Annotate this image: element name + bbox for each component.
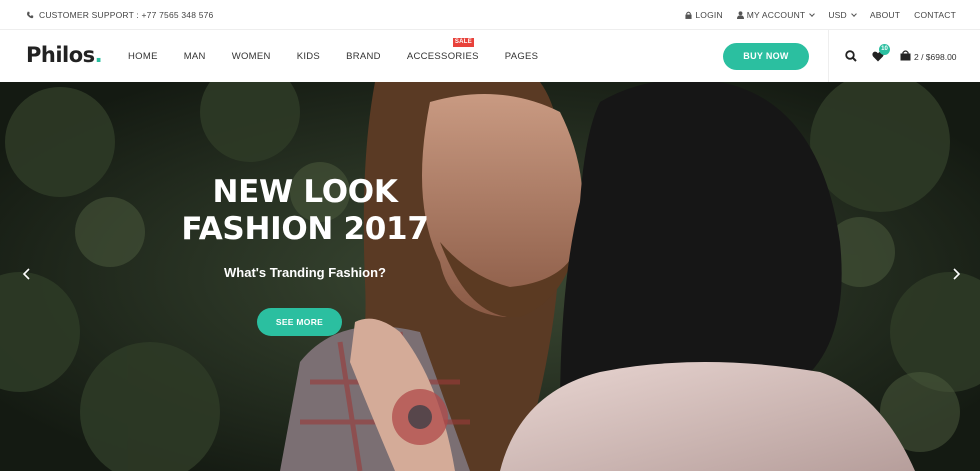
phone-icon — [27, 11, 34, 19]
chevron-left-icon[interactable] — [21, 268, 33, 280]
login-link[interactable]: LOGIN — [685, 10, 723, 20]
logo-dot: . — [94, 43, 103, 67]
login-label: LOGIN — [695, 10, 723, 20]
lock-icon — [685, 11, 692, 19]
nav-kids[interactable]: KIDS — [297, 51, 320, 62]
hero-headline: NEW LOOK FASHION 2017 — [160, 174, 450, 248]
search-icon[interactable] — [845, 50, 857, 62]
about-link[interactable]: ABOUT — [870, 10, 900, 20]
nav-accessories-label: ACCESSORIES — [406, 51, 479, 62]
nav-brand[interactable]: BRAND — [346, 51, 381, 62]
nav-home[interactable]: HOME — [128, 51, 158, 62]
wishlist-count-badge: 10 — [879, 44, 890, 55]
chevron-right-icon[interactable] — [950, 268, 962, 280]
hero-headline-line2: FASHION 2017 — [181, 211, 429, 247]
currency-label: USD — [828, 10, 847, 20]
main-header: Philos. HOME MAN WOMEN KIDS BRAND ACCESS… — [0, 30, 980, 82]
chevron-down-icon — [809, 10, 816, 17]
main-nav: HOME MAN WOMEN KIDS BRAND ACCESSORIES SA… — [128, 38, 564, 62]
user-icon — [736, 11, 744, 19]
support-text: CUSTOMER SUPPORT : +77 7565 348 576 — [39, 10, 214, 20]
sale-badge: SALE — [452, 38, 475, 47]
buy-now-button[interactable]: BUY NOW — [723, 43, 809, 70]
currency-dropdown[interactable]: USD — [828, 10, 857, 20]
nav-women[interactable]: WOMEN — [232, 51, 271, 62]
header-divider — [828, 30, 829, 82]
chevron-down-icon — [851, 10, 857, 17]
shopping-bag-icon[interactable] — [900, 50, 911, 61]
hero-subtitle: What's Tranding Fashion? — [224, 265, 386, 280]
see-more-button[interactable]: SEE MORE — [257, 308, 342, 336]
hero-slider: NEW LOOK FASHION 2017 What's Tranding Fa… — [0, 82, 980, 471]
nav-accessories[interactable]: ACCESSORIES SALE — [406, 38, 479, 62]
logo-text: Philos — [26, 43, 95, 67]
nav-pages[interactable]: PAGES — [505, 51, 539, 62]
hero-headline-line1: NEW LOOK — [212, 174, 398, 210]
hero-image — [0, 82, 980, 471]
cart-summary[interactable]: 2 / $698.00 — [914, 52, 957, 62]
my-account-dropdown[interactable]: MY ACCOUNT — [736, 10, 816, 20]
logo[interactable]: Philos. — [26, 43, 103, 67]
customer-support: CUSTOMER SUPPORT : +77 7565 348 576 — [26, 10, 214, 20]
top-bar: CUSTOMER SUPPORT : +77 7565 348 576 LOGI… — [0, 0, 980, 30]
my-account-label: MY ACCOUNT — [746, 10, 806, 20]
contact-link[interactable]: CONTACT — [914, 10, 956, 20]
nav-man[interactable]: MAN — [184, 51, 206, 62]
